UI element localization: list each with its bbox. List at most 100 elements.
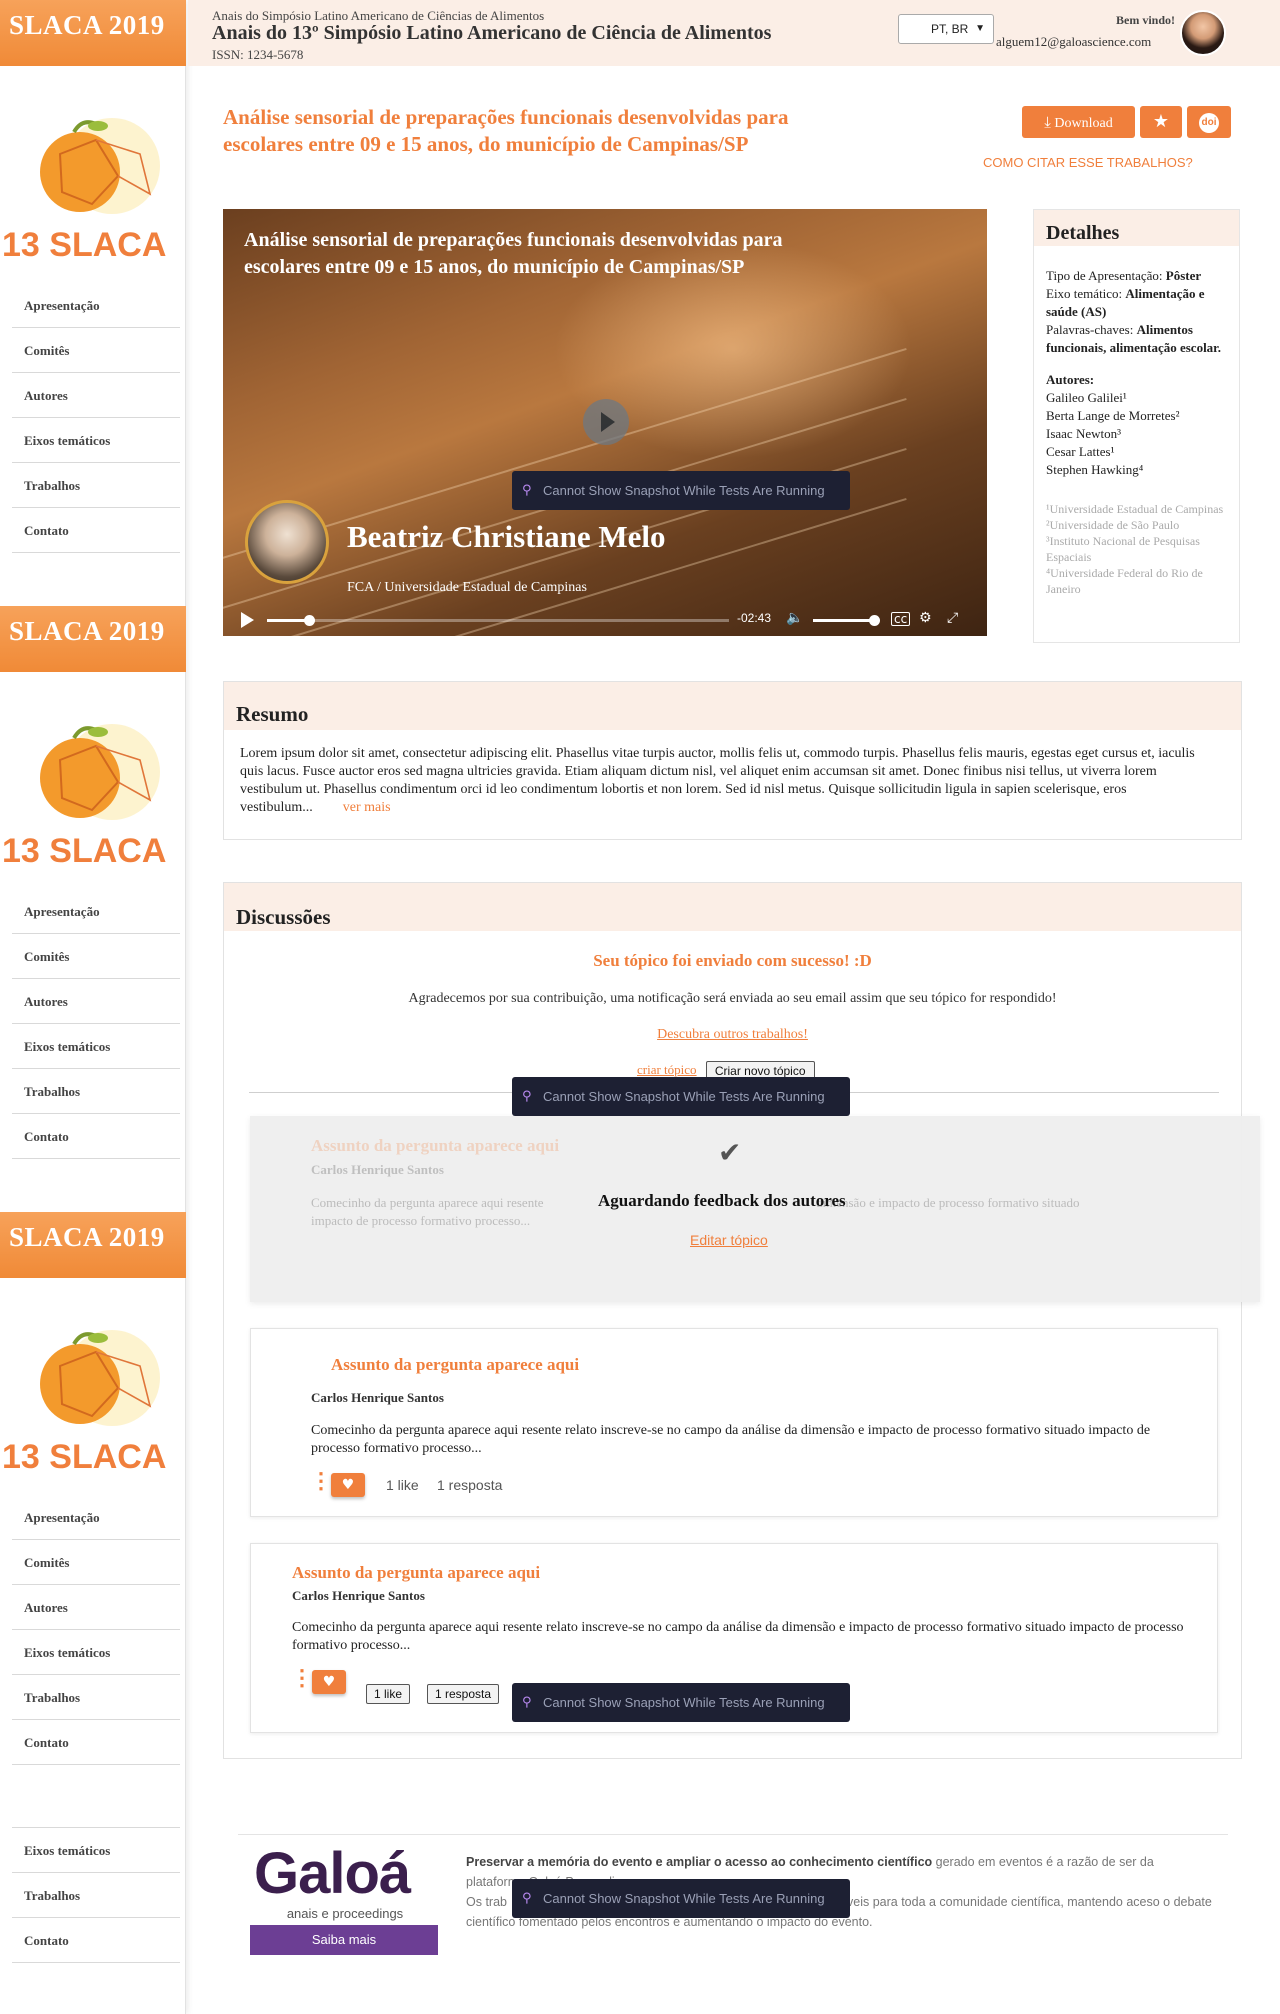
play-icon[interactable]	[583, 399, 629, 445]
author-item[interactable]: Cesar Lattes¹	[1046, 443, 1231, 461]
captions-icon[interactable]: cc	[891, 612, 911, 626]
sidebar-item-contato[interactable]: Contato	[12, 1918, 180, 1963]
sidebar-item-autores[interactable]: Autores	[12, 979, 180, 1024]
star-icon: ★	[1152, 111, 1170, 132]
success-message: Agradecemos por sua contribuição, uma no…	[408, 991, 1057, 1006]
play-icon[interactable]	[241, 612, 254, 628]
question-author: Carlos Henrique Santos	[292, 1588, 425, 1603]
author-item[interactable]: Isaac Newton³	[1046, 425, 1231, 443]
sidebar-item-contato[interactable]: Contato	[12, 508, 180, 553]
more-options-icon[interactable]: ⋮	[291, 1667, 313, 1689]
question-text: impacto de processo formativo processo..…	[311, 1213, 531, 1228]
proceedings-title[interactable]: Anais do 13º Simpósio Latino Americano d…	[212, 22, 771, 45]
sidebar-item-eixos[interactable]: Eixos temáticos	[12, 1024, 180, 1069]
reply-count: 1 resposta	[437, 1477, 503, 1493]
sidebar-item-autores[interactable]: Autores	[12, 1585, 180, 1630]
pin-icon: ⚲	[522, 1089, 532, 1104]
video-title: Análise sensorial de preparações funcion…	[244, 229, 783, 278]
favorite-button[interactable]: ★	[1140, 106, 1182, 138]
sidebar-item-apresentacao[interactable]: Apresentação	[12, 1495, 180, 1540]
doi-button[interactable]: doi	[1187, 106, 1231, 138]
like-count-button[interactable]: 1 like	[366, 1684, 411, 1704]
reply-count-button[interactable]: 1 resposta	[427, 1684, 500, 1704]
language-select[interactable]: PT, BR ▼	[898, 14, 994, 44]
video-player[interactable]: Análise sensorial de preparações funcion…	[223, 209, 987, 636]
sidebar: SLACA 2019 13 SLACA Apresentação Comitês…	[0, 0, 186, 2014]
sidebar-menu-extra: Eixos temáticos Trabalhos Contato	[12, 1827, 180, 1963]
authors-heading: Autores:	[1046, 372, 1095, 387]
sidebar-item-trabalhos[interactable]: Trabalhos	[12, 1069, 180, 1114]
doi-icon: doi	[1199, 113, 1219, 133]
volume-icon[interactable]: 🔈	[786, 609, 803, 627]
question-subject[interactable]: Assunto da pergunta aparece aqui	[292, 1563, 540, 1583]
question-text: Comecinho da pergunta aparece aqui resen…	[292, 1620, 1184, 1653]
event-banner: SLACA 2019	[0, 1212, 186, 1278]
abstract-text: Lorem ipsum dolor sit amet, consectetur …	[240, 746, 1195, 815]
sidebar-item-apresentacao[interactable]: Apresentação	[12, 283, 180, 328]
volume-handle[interactable]	[869, 615, 880, 626]
avatar[interactable]	[1180, 10, 1226, 56]
question-card[interactable]: Assunto da pergunta aparece aqui Carlos …	[250, 1328, 1218, 1517]
snapshot-toast: ⚲ Cannot Show Snapshot While Tests Are Ru…	[512, 471, 850, 510]
logo-text: 13 SLACA	[2, 1438, 166, 1476]
question-subject[interactable]: Assunto da pergunta aparece aqui	[331, 1355, 579, 1375]
snapshot-toast: ⚲ Cannot Show Snapshot While Tests Are Ru…	[512, 1077, 850, 1116]
abstract-panel: Resumo Lorem ipsum dolor sit amet, conse…	[223, 681, 1242, 840]
sidebar-item-contato[interactable]: Contato	[12, 1720, 180, 1765]
more-options-icon[interactable]: ⋮	[310, 1470, 332, 1492]
question-text: Comecinho da pergunta aparece aqui resen…	[311, 1423, 1151, 1456]
gear-icon[interactable]: ⚙	[919, 609, 932, 627]
sidebar-item-eixos[interactable]: Eixos temáticos	[12, 1828, 180, 1873]
video-controls: -02:43 🔈 cc ⚙ ⤢	[223, 601, 987, 636]
discover-works-link: Descubra outros trabalhos!	[657, 1027, 808, 1042]
question-subject: Assunto da pergunta aparece aqui	[311, 1136, 560, 1155]
download-button[interactable]: ⤓ Download	[1022, 106, 1135, 138]
speaker-name: Beatriz Christiane Melo	[347, 519, 666, 554]
top-header: Anais do Simpósio Latino Americano de Ci…	[188, 0, 1280, 66]
fullscreen-icon[interactable]: ⤢	[947, 609, 958, 627]
awaiting-feedback-status: Aguardando feedback dos autores	[598, 1191, 846, 1210]
author-item[interactable]: Stephen Hawking⁴	[1046, 461, 1231, 479]
sidebar-item-autores[interactable]: Autores	[12, 373, 180, 418]
sidebar-item-trabalhos[interactable]: Trabalhos	[12, 463, 180, 508]
question-text: dimensão e impacto de processo formativo…	[816, 1195, 1080, 1210]
volume-slider[interactable]	[813, 619, 875, 622]
sidebar-item-comites[interactable]: Comitês	[12, 934, 180, 979]
heart-icon: ♥	[341, 1477, 355, 1493]
like-button[interactable]: ♥	[331, 1473, 365, 1497]
paper-title: Análise sensorial de preparações funcion…	[223, 105, 789, 156]
sidebar-item-eixos[interactable]: Eixos temáticos	[12, 1630, 180, 1675]
sidebar-item-apresentacao[interactable]: Apresentação	[12, 889, 180, 934]
author-item[interactable]: Berta Lange de Morretes²	[1046, 407, 1231, 425]
sidebar-item-eixos[interactable]: Eixos temáticos	[12, 418, 180, 463]
details-panel: Detalhes Tipo de Apresentação: Pôster Ei…	[1033, 209, 1240, 643]
sidebar-menu: Apresentação Comitês Autores Eixos temát…	[0, 889, 186, 1159]
event-logo: 13 SLACA	[2, 1330, 166, 1476]
progress-handle[interactable]	[303, 615, 315, 626]
event-logo: 13 SLACA	[2, 724, 166, 870]
success-title: Seu tópico foi enviado com sucesso! :D	[593, 951, 872, 970]
learn-more-button[interactable]: Saiba mais	[250, 1925, 438, 1955]
sidebar-item-trabalhos[interactable]: Trabalhos	[12, 1873, 180, 1918]
thematic-axis: Eixo temático: Alimentação e saúde (AS)	[1046, 286, 1205, 319]
video-progress-bar[interactable]	[267, 615, 729, 626]
author-item[interactable]: Galileo Galilei¹	[1046, 389, 1231, 407]
create-topic-link[interactable]: criar tópico	[637, 1062, 697, 1077]
read-more-link[interactable]: ver mais	[343, 800, 391, 815]
keywords: Palavras-chaves: Alimentos funcionais, a…	[1046, 322, 1222, 355]
event-logo: 13 SLACA	[2, 118, 166, 264]
snapshot-toast: ⚲ Cannot Show Snapshot While Tests Are Ru…	[512, 1879, 850, 1918]
sidebar-item-trabalhos[interactable]: Trabalhos	[12, 1675, 180, 1720]
welcome-text: Bem vindo!	[1116, 13, 1176, 27]
sidebar-item-comites[interactable]: Comitês	[12, 1540, 180, 1585]
sidebar-item-contato[interactable]: Contato	[12, 1114, 180, 1159]
sidebar-menu: Apresentação Comitês Autores Eixos temát…	[0, 283, 186, 553]
time-remaining: -02:43	[737, 611, 772, 625]
like-button[interactable]: ♥	[312, 1670, 346, 1694]
edit-topic-link[interactable]: Editar tópico	[690, 1232, 768, 1248]
logo-text: 13 SLACA	[2, 832, 166, 870]
sidebar-item-comites[interactable]: Comitês	[12, 328, 180, 373]
how-to-cite-link[interactable]: COMO CITAR ESSE TRABALHOS?	[983, 155, 1193, 170]
affiliations: ¹Universidade Estadual de Campinas ²Univ…	[1046, 502, 1224, 596]
heart-icon: ♥	[322, 1674, 336, 1690]
